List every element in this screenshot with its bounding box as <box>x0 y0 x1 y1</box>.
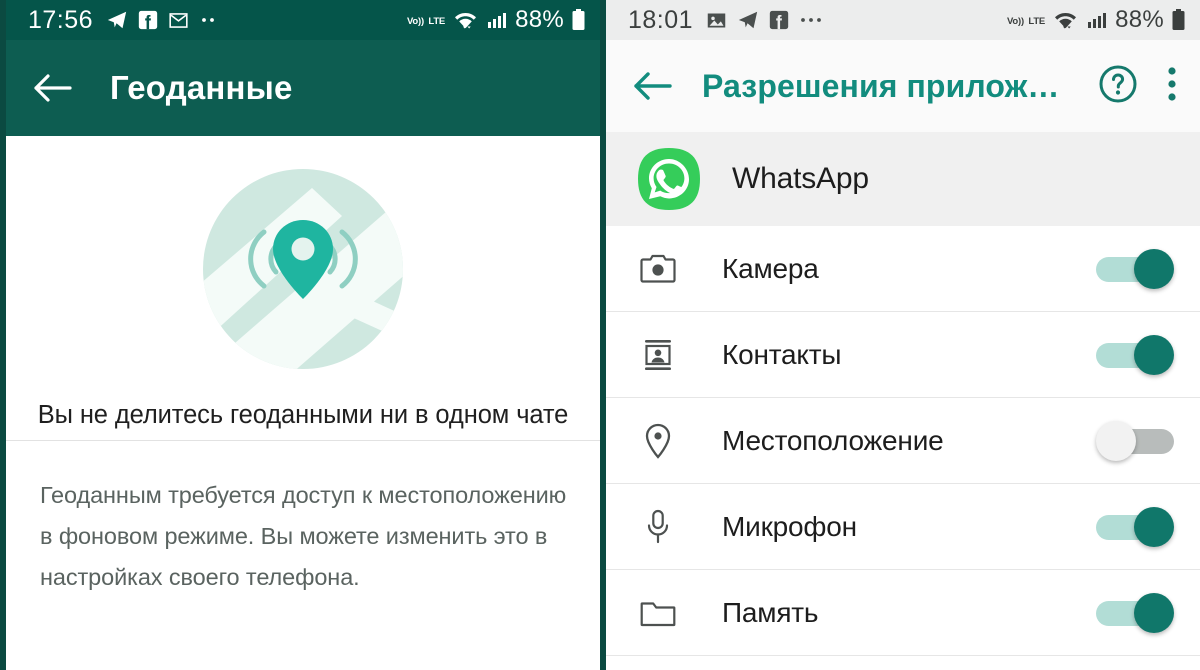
toggle-knob <box>1134 506 1174 547</box>
gallery-icon <box>707 13 726 27</box>
location-icon <box>638 423 678 459</box>
app-bar-left: Геоданные <box>6 40 600 136</box>
toggle-knob <box>1096 420 1136 461</box>
contacts-icon <box>638 338 678 372</box>
status-bar-left: 17:56 Vo)) LTE 88% <box>6 0 600 40</box>
permission-label: Память <box>722 596 819 628</box>
status-time: 17:56 <box>28 5 94 34</box>
signal-icon <box>1088 13 1107 28</box>
gmail-icon <box>169 12 188 28</box>
status-bar-right: 18:01 Vo)) LTE 88% <box>606 0 1200 40</box>
permission-toggle-contacts[interactable] <box>1096 334 1174 375</box>
battery-icon <box>572 9 585 30</box>
telegram-icon <box>107 11 127 29</box>
live-location-empty-card: Вы не делитесь геоданными ни в одном чат… <box>6 136 600 440</box>
location-map-illustration <box>192 158 414 385</box>
dual-screenshot: 17:56 Vo)) LTE 88% Геоданные Вы не делит… <box>0 0 1200 670</box>
notification-icons <box>706 9 825 31</box>
permissions-list: Камера Контакты Местоположение Микрофон … <box>606 226 1200 656</box>
battery-icon <box>1172 9 1185 30</box>
right-phone-screen: 18:01 Vo)) LTE 88% Разрешения прилож… Wh… <box>600 0 1200 670</box>
status-indicators: Vo)) LTE 88% <box>1007 6 1186 34</box>
volte-icon: Vo)) LTE <box>407 16 446 27</box>
permission-label: Микрофон <box>722 510 857 542</box>
app-bar-actions <box>1096 62 1178 111</box>
more-dots-icon <box>801 18 821 22</box>
app-bar-right: Разрешения прилож… <box>606 40 1200 132</box>
facebook-icon <box>769 10 789 30</box>
permission-toggle-location[interactable] <box>1096 420 1174 461</box>
arrow-left-icon[interactable] <box>632 70 674 102</box>
app-name: WhatsApp <box>732 162 869 195</box>
permission-row-location[interactable]: Местоположение <box>606 398 1200 484</box>
left-phone-screen: 17:56 Vo)) LTE 88% Геоданные Вы не делит… <box>0 0 600 670</box>
wifi-icon <box>1055 13 1077 29</box>
more-dots-icon <box>202 18 214 22</box>
permission-row-contacts[interactable]: Контакты <box>606 312 1200 398</box>
signal-icon <box>488 13 507 28</box>
facebook-icon <box>138 10 158 30</box>
arrow-left-icon[interactable] <box>32 72 74 104</box>
permission-label: Местоположение <box>722 424 944 456</box>
permission-toggle-microphone[interactable] <box>1096 506 1174 547</box>
status-indicators: Vo)) LTE 88% <box>407 6 586 34</box>
page-title: Разрешения прилож… <box>702 67 1060 104</box>
battery-percent: 88% <box>515 6 564 33</box>
wifi-icon <box>454 13 477 29</box>
notification-icons <box>106 9 219 31</box>
battery-percent: 88% <box>1115 6 1164 33</box>
toggle-knob <box>1134 248 1174 289</box>
page-title: Геоданные <box>110 69 293 106</box>
toggle-knob <box>1134 334 1174 375</box>
permission-label: Камера <box>722 252 819 284</box>
background-location-note: Геоданным требуется доступ к местоположе… <box>40 482 567 590</box>
telegram-icon <box>738 11 758 29</box>
whatsapp-icon <box>636 146 702 212</box>
volte-icon: Vo)) LTE <box>1007 16 1046 27</box>
status-time: 18:01 <box>628 5 694 34</box>
permission-toggle-camera[interactable] <box>1096 248 1174 289</box>
empty-state-text: Вы не делитесь геоданными ни в одном чат… <box>37 401 569 429</box>
microphone-icon <box>638 509 678 545</box>
help-circle-icon[interactable] <box>1096 62 1140 111</box>
permission-label: Контакты <box>722 338 842 370</box>
toggle-knob <box>1134 592 1174 633</box>
folder-icon <box>638 599 678 627</box>
permission-row-microphone[interactable]: Микрофон <box>606 484 1200 570</box>
camera-icon <box>638 254 678 284</box>
permission-row-camera[interactable]: Камера <box>606 226 1200 312</box>
permission-toggle-storage[interactable] <box>1096 592 1174 633</box>
permission-row-storage[interactable]: Память <box>606 570 1200 656</box>
overflow-menu-icon[interactable] <box>1166 62 1178 111</box>
app-header-row[interactable]: WhatsApp <box>606 132 1200 226</box>
